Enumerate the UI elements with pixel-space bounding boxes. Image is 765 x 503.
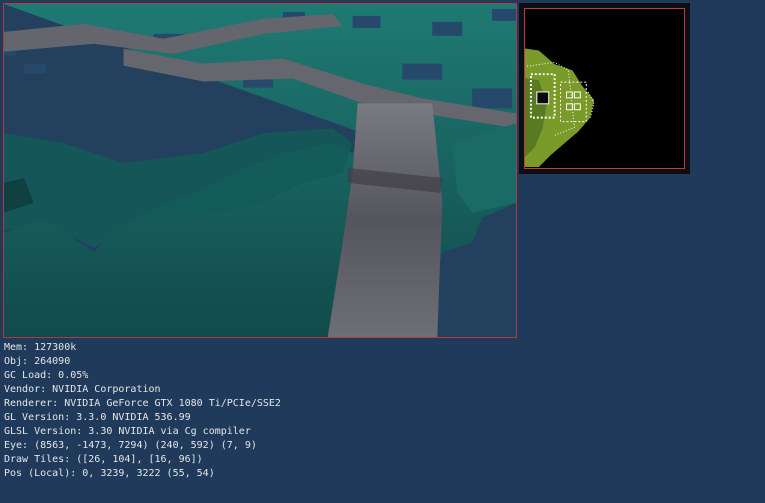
draw-tiles-readout: Draw Tiles: ([26, 104], [16, 96]) — [4, 454, 203, 465]
vendor-readout: Vendor: NVIDIA Corporation — [4, 384, 161, 395]
3d-viewport[interactable] — [3, 3, 517, 338]
glsl-version-readout: GLSL Version: 3.30 NVIDIA via Cg compile… — [4, 426, 251, 437]
gc-load-readout: GC Load: 0.05% — [4, 370, 89, 381]
eye-readout: Eye: (8563, -1473, 7294) (240, 592) (7, … — [4, 440, 257, 451]
minimap-panel — [519, 3, 690, 174]
obj-readout: Obj: 264090 — [4, 356, 71, 367]
minimap-render — [525, 9, 684, 168]
renderer-readout: Renderer: NVIDIA GeForce GTX 1080 Ti/PCI… — [4, 398, 281, 409]
debug-info-panel: Mem: 127300k Obj: 264090 GC Load: 0.05% … — [4, 341, 304, 481]
mem-readout: Mem: 127300k — [4, 342, 77, 353]
pos-local-readout: Pos (Local): 0, 3239, 3222 (55, 54) — [4, 468, 215, 479]
minimap[interactable] — [524, 8, 685, 169]
gl-version-readout: GL Version: 3.3.0 NVIDIA 536.99 — [4, 412, 191, 423]
terrain-render — [4, 4, 516, 337]
